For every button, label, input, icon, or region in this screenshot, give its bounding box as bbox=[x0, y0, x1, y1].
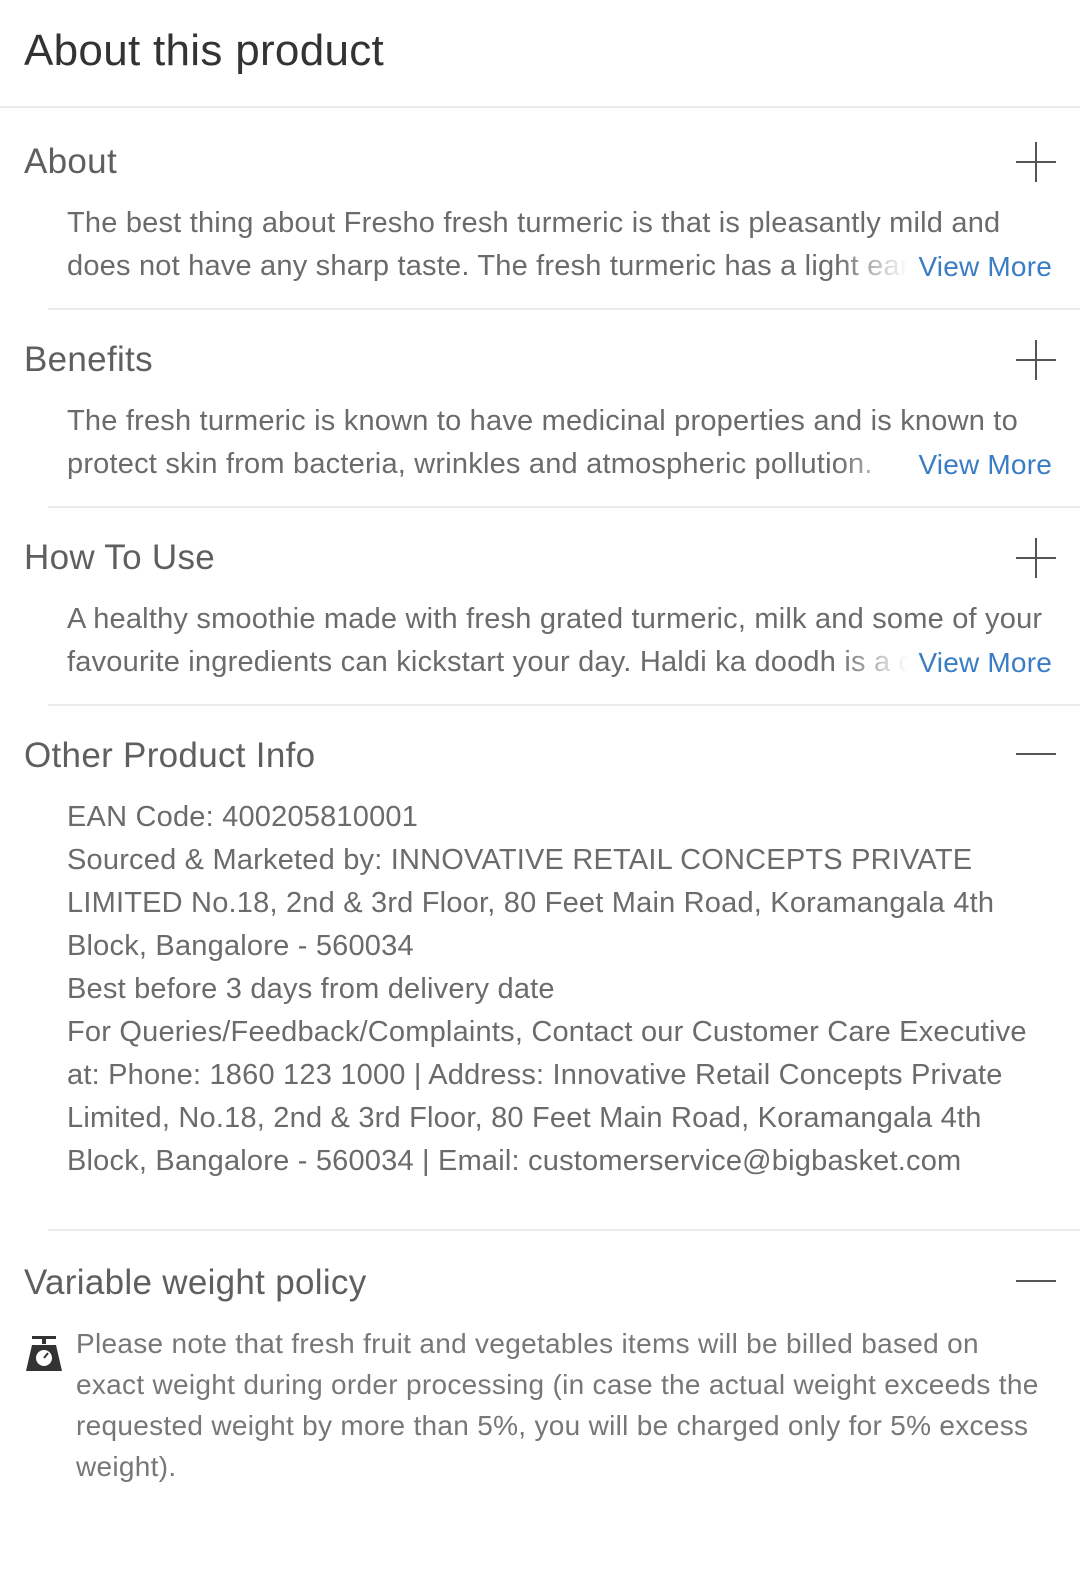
sourced-by-text: Sourced & Marketed by: INNOVATIVE RETAIL… bbox=[67, 844, 995, 962]
expand-plus-icon[interactable] bbox=[1016, 538, 1056, 578]
policy-text: Please note that fresh fruit and vegetab… bbox=[76, 1328, 1039, 1482]
best-before-text: Best before 3 days from delivery date bbox=[67, 973, 555, 1005]
weighing-scale-icon bbox=[26, 1336, 62, 1371]
section-other-info-body: EAN Code: 400205810001 Sourced & Markete… bbox=[0, 796, 1080, 1183]
policy-body: Please note that fresh fruit and vegetab… bbox=[0, 1323, 1080, 1487]
section-about-header[interactable]: About bbox=[0, 142, 1080, 182]
section-how-to-use-header[interactable]: How To Use bbox=[0, 538, 1080, 578]
view-more-link[interactable]: View More bbox=[838, 245, 1052, 288]
view-more-link[interactable]: View More bbox=[838, 641, 1052, 684]
divider bbox=[48, 308, 1080, 310]
section-title: About bbox=[24, 142, 117, 181]
divider bbox=[48, 704, 1080, 706]
section-benefits: Benefits The fresh turmeric is known to … bbox=[0, 340, 1080, 486]
collapse-minus-icon[interactable] bbox=[1016, 736, 1056, 776]
section-about-body: The best thing about Fresho fresh turmer… bbox=[0, 202, 1080, 288]
section-how-to-use-body: A healthy smoothie made with fresh grate… bbox=[0, 598, 1080, 684]
page-header: About this product bbox=[0, 0, 1080, 108]
section-benefits-body: The fresh turmeric is known to have medi… bbox=[0, 400, 1080, 486]
section-title: How To Use bbox=[24, 538, 216, 577]
view-more-link[interactable]: View More bbox=[838, 443, 1052, 486]
section-title: Variable weight policy bbox=[24, 1263, 367, 1302]
section-variable-weight-policy: Variable weight policy Please note that … bbox=[0, 1263, 1080, 1487]
divider bbox=[48, 506, 1080, 508]
divider bbox=[48, 1229, 1080, 1231]
expand-plus-icon[interactable] bbox=[1016, 142, 1056, 182]
section-about: About The best thing about Fresho fresh … bbox=[0, 142, 1080, 288]
section-other-info-header[interactable]: Other Product Info bbox=[0, 736, 1080, 776]
ean-code-text: EAN Code: 400205810001 bbox=[67, 801, 419, 833]
section-how-to-use: How To Use A healthy smoothie made with … bbox=[0, 538, 1080, 684]
product-details-page: About this product About The best thing … bbox=[0, 0, 1080, 1574]
section-title: Other Product Info bbox=[24, 736, 316, 775]
section-policy-header[interactable]: Variable weight policy bbox=[0, 1263, 1080, 1303]
section-title: Benefits bbox=[24, 340, 153, 379]
expand-plus-icon[interactable] bbox=[1016, 340, 1056, 380]
customer-care-text: For Queries/Feedback/Complaints, Contact… bbox=[67, 1016, 1027, 1177]
collapse-minus-icon[interactable] bbox=[1016, 1263, 1056, 1303]
section-other-product-info: Other Product Info EAN Code: 40020581000… bbox=[0, 736, 1080, 1183]
page-title: About this product bbox=[24, 26, 385, 75]
section-benefits-header[interactable]: Benefits bbox=[0, 340, 1080, 380]
